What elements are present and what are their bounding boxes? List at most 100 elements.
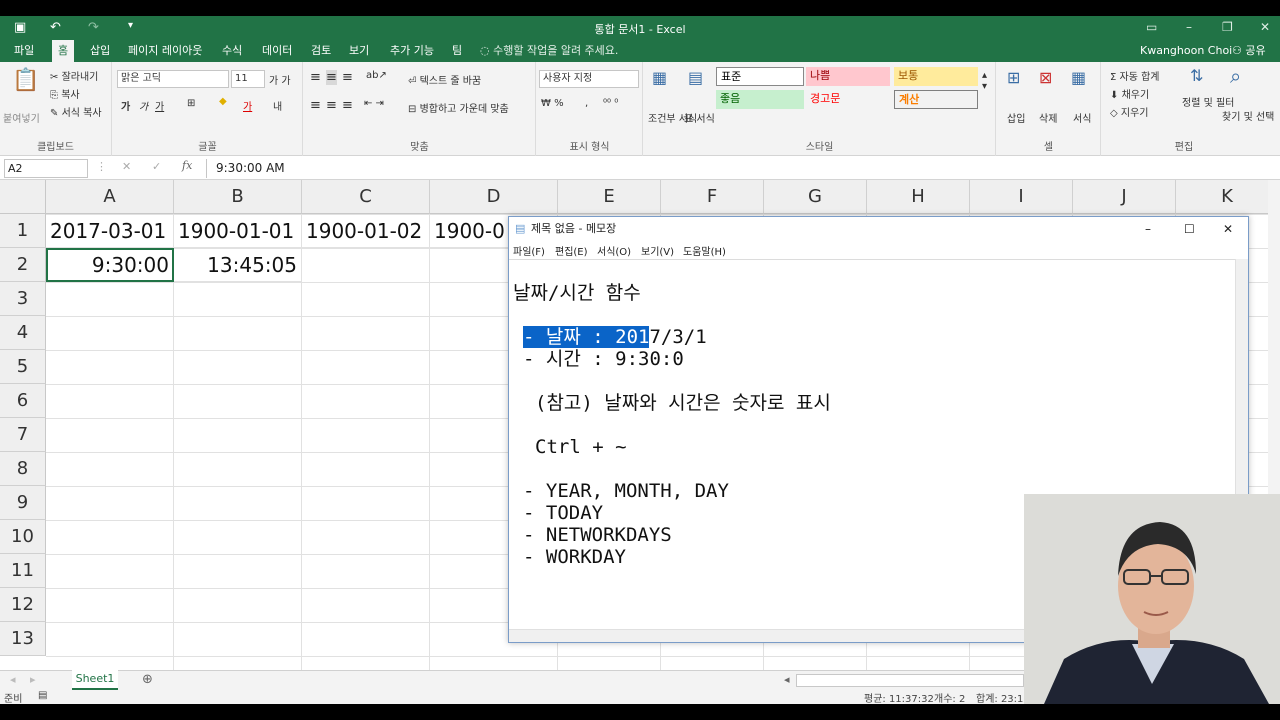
row-header[interactable]: 10 [0, 520, 46, 554]
column-header[interactable]: H [867, 180, 970, 214]
row-header[interactable]: 5 [0, 350, 46, 384]
paste-icon[interactable]: 📋 [12, 68, 39, 93]
cancel-entry-icon[interactable]: ✕ [122, 160, 131, 173]
bold-icon[interactable]: 가 [121, 98, 130, 113]
tab-file[interactable]: 파일 [8, 40, 40, 62]
border-icon[interactable]: ⊞ [187, 98, 195, 109]
column-header[interactable]: E [558, 180, 661, 214]
insert-function-icon[interactable]: fx [182, 159, 192, 172]
style-normal[interactable]: 표준 [716, 67, 804, 86]
column-header[interactable]: F [661, 180, 764, 214]
select-all-corner[interactable] [0, 180, 46, 214]
tab-data[interactable]: 데이터 [256, 40, 298, 62]
column-header[interactable]: G [764, 180, 867, 214]
close-icon[interactable]: ✕ [1260, 20, 1270, 34]
row-header[interactable]: 2 [0, 248, 46, 282]
cell-B2[interactable]: 13:45:05 [174, 248, 302, 282]
add-sheet-icon[interactable]: ⊕ [142, 672, 153, 687]
paste-button[interactable]: 붙여넣기 [3, 110, 40, 125]
tab-formulas[interactable]: 수식 [216, 40, 248, 62]
menu-help[interactable]: 도움말(H) [683, 243, 726, 258]
column-header[interactable]: B [174, 180, 302, 214]
cell-B1[interactable]: 1900-01-01 [174, 214, 302, 248]
align-right-icon[interactable]: ≡ [342, 98, 353, 113]
wrap-text-button[interactable]: ⏎ 텍스트 줄 바꿈 [408, 72, 481, 87]
row-header[interactable]: 1 [0, 214, 46, 248]
formula-input[interactable]: 9:30:00 AM [206, 159, 1270, 178]
column-header[interactable]: C [302, 180, 430, 214]
row-header[interactable]: 12 [0, 588, 46, 622]
comma-icon[interactable]: , [585, 98, 588, 109]
notepad-maximize-icon[interactable]: ☐ [1184, 217, 1195, 241]
menu-view[interactable]: 보기(V) [641, 243, 674, 258]
notepad-close-icon[interactable]: ✕ [1223, 217, 1233, 241]
style-good[interactable]: 좋음 [716, 90, 804, 109]
hscroll-left-icon[interactable]: ◂ [784, 673, 790, 686]
column-header[interactable]: A [46, 180, 174, 214]
row-header[interactable]: 9 [0, 486, 46, 520]
menu-edit[interactable]: 편집(E) [555, 243, 588, 258]
table-format-button[interactable]: 표 서식 [684, 110, 715, 125]
merge-center-button[interactable]: ⊟ 병합하고 가운데 맞춤 [408, 100, 509, 115]
indent-icon[interactable]: ⇤ ⇥ [364, 98, 384, 109]
format-cells-icon[interactable]: ▦ [1071, 68, 1086, 87]
row-header[interactable]: 6 [0, 384, 46, 418]
font-size-select[interactable]: 11 [231, 70, 265, 88]
style-neutral[interactable]: 보통 [894, 67, 978, 86]
find-select-button[interactable]: 찾기 및 선택 [1222, 108, 1274, 123]
column-header[interactable]: D [430, 180, 558, 214]
delete-cells-icon[interactable]: ⊠ [1039, 68, 1052, 87]
clear-button[interactable]: ◇ 지우기 [1110, 104, 1148, 119]
fill-button[interactable]: ⬇ 채우기 [1110, 86, 1149, 101]
share-button[interactable]: ⚇ 공유 [1232, 40, 1266, 62]
cell-C1[interactable]: 1900-01-02 [302, 214, 430, 248]
restore-icon[interactable]: ❐ [1222, 20, 1233, 34]
align-left-icon[interactable]: ≡ [310, 98, 321, 113]
sheet-nav-prev-icon[interactable]: ◂ [10, 673, 16, 686]
ribbon-display-icon[interactable]: ▭ [1146, 20, 1157, 34]
style-bad[interactable]: 나쁨 [806, 67, 890, 86]
menu-file[interactable]: 파일(F) [513, 243, 545, 258]
confirm-entry-icon[interactable]: ✓ [152, 160, 161, 173]
sort-filter-button[interactable]: 정렬 및 필터 [1182, 94, 1234, 109]
number-format-select[interactable]: 사용자 지정 [539, 70, 639, 88]
row-header[interactable]: 3 [0, 282, 46, 316]
tab-home[interactable]: 홈 [52, 40, 75, 62]
orientation-icon[interactable]: ab↗ [366, 70, 387, 81]
tab-team[interactable]: 팀 [446, 40, 468, 62]
align-center-icon[interactable]: ≡ [326, 98, 337, 113]
name-box[interactable]: A2 [4, 159, 88, 178]
row-header[interactable]: 7 [0, 418, 46, 452]
user-name[interactable]: Kwanghoon Choi [1140, 40, 1232, 62]
row-header[interactable]: 13 [0, 622, 46, 656]
tab-view[interactable]: 보기 [343, 40, 375, 62]
column-header[interactable]: I [970, 180, 1073, 214]
macro-record-icon[interactable]: ▤ [38, 690, 47, 701]
conditional-format-icon[interactable]: ▦ [652, 68, 667, 87]
minimize-icon[interactable]: – [1186, 20, 1192, 34]
cell-A2[interactable]: 9:30:00 [46, 248, 174, 282]
align-top-icon[interactable]: ≡ [310, 70, 321, 85]
table-format-icon[interactable]: ▤ [688, 68, 703, 87]
italic-icon[interactable]: 가 [139, 98, 148, 113]
format-painter-button[interactable]: ✎ 서식 복사 [50, 104, 102, 119]
sheet-tab-sheet1[interactable]: Sheet1 [72, 670, 118, 690]
format-cells-button[interactable]: 서식 [1073, 110, 1091, 125]
underline-icon[interactable]: 가 [155, 98, 164, 113]
insert-cells-button[interactable]: 삽입 [1007, 110, 1025, 125]
autosum-button[interactable]: Σ 자동 합계 [1110, 68, 1159, 83]
cell-A1[interactable]: 2017-03-01 [46, 214, 174, 248]
notepad-minimize-icon[interactable]: – [1145, 217, 1151, 241]
cell-D1[interactable]: 1900-0 [430, 214, 510, 248]
row-header[interactable]: 8 [0, 452, 46, 486]
phonetic-icon[interactable]: 내 [273, 98, 282, 113]
sheet-nav-next-icon[interactable]: ▸ [30, 673, 36, 686]
delete-cells-button[interactable]: 삭제 [1039, 110, 1057, 125]
find-icon[interactable]: ⌕ [1230, 64, 1241, 88]
accounting-icon[interactable]: ₩ % [541, 98, 564, 109]
column-header[interactable]: K [1176, 180, 1268, 214]
style-warning[interactable]: 경고문 [806, 90, 890, 109]
tab-review[interactable]: 검토 [305, 40, 337, 62]
styles-more-icon[interactable]: ▴ ▾ [982, 70, 987, 92]
tab-addins[interactable]: 추가 기능 [384, 40, 440, 62]
